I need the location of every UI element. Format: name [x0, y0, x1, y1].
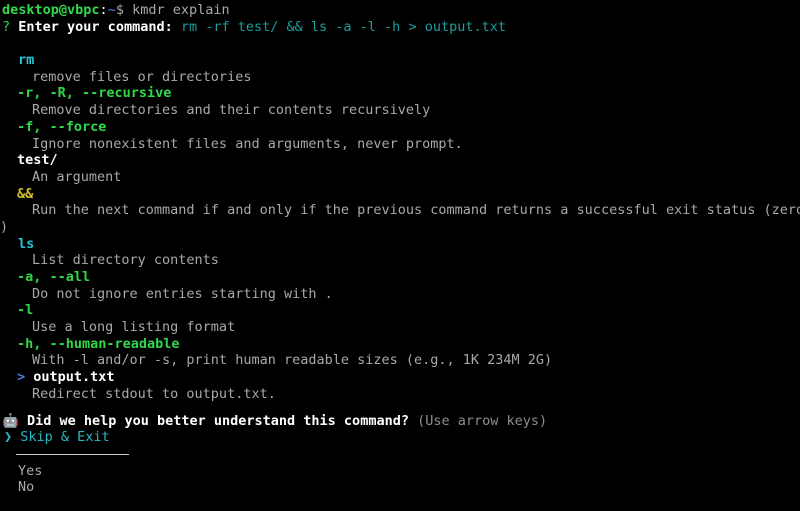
- explain-desc-human-readable: With -l and/or -s, print human readable …: [32, 352, 553, 369]
- explain-desc-all: Do not ignore entries starting with .: [32, 285, 333, 302]
- survey-option-yes[interactable]: Yes: [0, 463, 800, 480]
- explain-token-all: -a, --all: [0, 269, 800, 286]
- shell-prompt-line: desktop@vbpc:~$ kmdr explain: [0, 2, 800, 19]
- survey-option-no[interactable]: No: [0, 479, 800, 496]
- explain-token-and-operator: &&: [0, 186, 800, 203]
- token-label: -r, -R, --recursive: [17, 85, 172, 102]
- prompt-path: ~: [107, 2, 116, 18]
- explain-token-human-readable: -h, --human-readable: [0, 336, 800, 353]
- survey-option-label: No: [18, 479, 35, 496]
- explain-desc-long: Use a long listing format: [32, 319, 236, 336]
- command-question-line: ? Enter your command: rm -rf test/ && ls…: [0, 19, 800, 36]
- survey-question: Did we help you better understand this c…: [26, 412, 409, 429]
- survey-option-label: Yes: [18, 462, 43, 479]
- survey-question-line: 🤖 Did we help you better understand this…: [0, 413, 800, 430]
- explain-token-long: -l: [0, 302, 800, 319]
- explain-token-argument: test/: [0, 152, 800, 169]
- token-label: -h, --human-readable: [17, 335, 180, 352]
- explain-desc-force: Ignore nonexistent files and arguments, …: [32, 135, 463, 152]
- prompt-dollar: $: [115, 2, 124, 18]
- token-label: test/: [17, 152, 58, 169]
- survey-option-label: Skip & Exit: [20, 429, 110, 446]
- redirect-icon: >: [17, 369, 26, 386]
- explain-desc-and-operator: Run the next command if and only if the …: [32, 202, 800, 219]
- option-separator: [0, 446, 800, 463]
- terminal-window: desktop@vbpc:~$ kmdr explain ? Enter you…: [0, 0, 800, 511]
- token-label: -l: [17, 302, 34, 319]
- prompt-colon: :: [99, 2, 108, 18]
- question-marker: ?: [2, 18, 11, 35]
- survey-option-skip-exit[interactable]: ❯ Skip & Exit: [0, 429, 800, 446]
- explain-token-recursive: -r, -R, --recursive: [0, 85, 800, 102]
- explain-desc-recursive: Remove directories and their contents re…: [32, 102, 431, 119]
- explain-token-ls: ls: [0, 236, 800, 253]
- survey-hint: (Use arrow keys): [417, 412, 548, 429]
- prompt-command: kmdr explain: [123, 2, 230, 18]
- token-label: rm: [18, 52, 35, 69]
- explain-desc-ls: List directory contents: [32, 252, 219, 269]
- explain-desc-rm: remove files or directories: [32, 68, 252, 85]
- explain-token-rm: rm: [0, 52, 800, 69]
- token-label: output.txt: [33, 369, 115, 386]
- command-echo: rm -rf test/ && ls -a -l -h > output.txt: [180, 18, 506, 35]
- selection-pointer-icon: ❯: [4, 429, 13, 446]
- question-label: Enter your command:: [18, 18, 173, 35]
- token-label: -f, --force: [17, 118, 107, 135]
- separator-line: [16, 453, 129, 455]
- explain-token-redirect: > output.txt: [0, 369, 800, 386]
- explain-desc-argument: An argument: [32, 168, 122, 185]
- token-label: -a, --all: [17, 269, 91, 285]
- explain-desc-redirect: Redirect stdout to output.txt.: [32, 385, 276, 402]
- token-label: ls: [18, 235, 35, 252]
- explain-token-force: -f, --force: [0, 119, 800, 136]
- prompt-user-host: desktop@vbpc: [2, 2, 100, 18]
- token-label: &&: [17, 185, 34, 202]
- explain-desc-and-operator-wrap: ): [0, 218, 9, 235]
- robot-icon: 🤖: [2, 412, 19, 429]
